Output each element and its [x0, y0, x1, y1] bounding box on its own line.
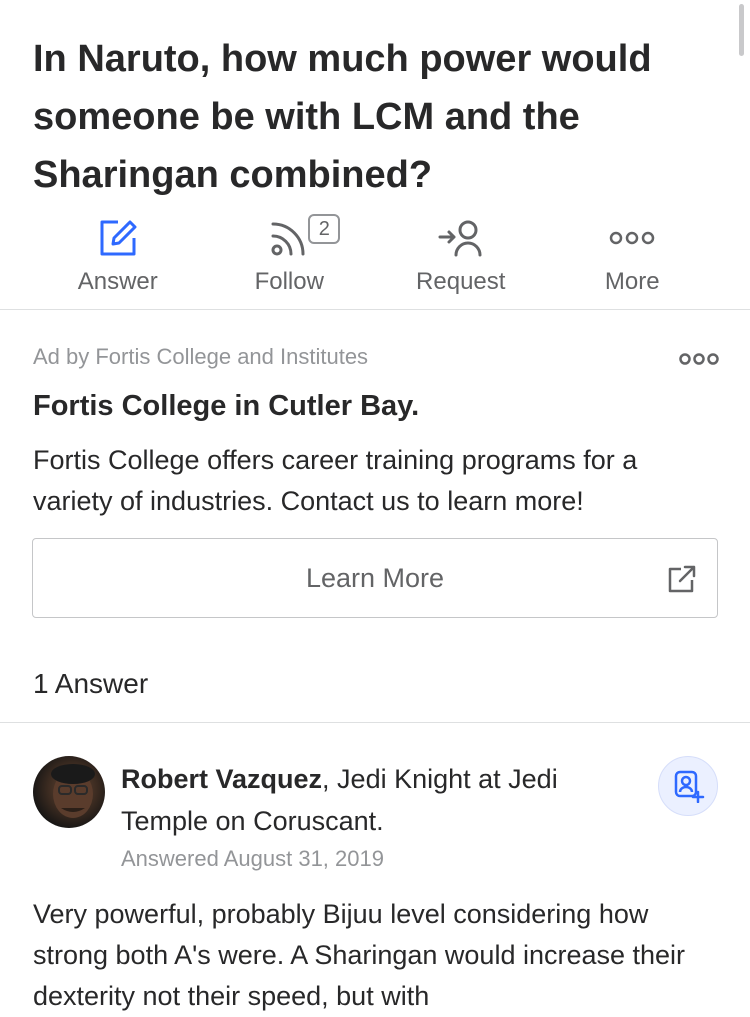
- answered-date[interactable]: Answered August 31, 2019: [121, 846, 384, 872]
- author-name[interactable]: Robert Vazquez: [121, 764, 322, 794]
- avatar[interactable]: [33, 756, 105, 828]
- ad-body: Fortis College offers career training pr…: [33, 445, 638, 516]
- external-link-icon: [668, 565, 696, 593]
- request-label: Request: [416, 268, 506, 295]
- divider: [0, 722, 750, 723]
- learn-more-button[interactable]: Learn More: [32, 538, 718, 618]
- answer-text: Very powerful, probably Bijuu level cons…: [33, 899, 686, 1011]
- ad-attribution: Ad by Fortis College and Institutes: [33, 344, 369, 369]
- add-person-icon: [674, 770, 705, 803]
- answer-label: Answer: [77, 268, 158, 295]
- scrollbar[interactable]: [739, 4, 744, 56]
- answer-button[interactable]: Answer: [32, 212, 204, 302]
- question-action-bar: Answer 2 Follow Request More: [32, 212, 718, 302]
- more-label: More: [604, 268, 660, 295]
- author-credential-line: Robert Vazquez, Jedi Knight at Jedi Temp…: [121, 758, 641, 842]
- follow-count-badge: 2: [308, 214, 341, 244]
- pencil-square-icon: [100, 220, 137, 256]
- more-dots-icon: [610, 231, 655, 245]
- ad-more-dots-icon[interactable]: [678, 350, 720, 368]
- request-button[interactable]: Request: [375, 212, 547, 302]
- divider: [0, 309, 750, 310]
- request-person-icon: [438, 220, 482, 257]
- ad-title[interactable]: Fortis College in Cutler Bay.: [33, 390, 419, 423]
- avatar-photo: [51, 764, 95, 818]
- more-button[interactable]: More: [547, 212, 719, 302]
- question-title: In Naruto, how much power would someone …: [33, 38, 652, 196]
- answer-count: 1 Answer: [33, 668, 149, 699]
- rss-follow-icon: [271, 222, 305, 256]
- follow-button[interactable]: 2 Follow: [204, 212, 376, 302]
- follow-label: Follow: [254, 268, 324, 295]
- learn-more-label: Learn More: [305, 562, 445, 593]
- follow-author-button[interactable]: [658, 756, 718, 816]
